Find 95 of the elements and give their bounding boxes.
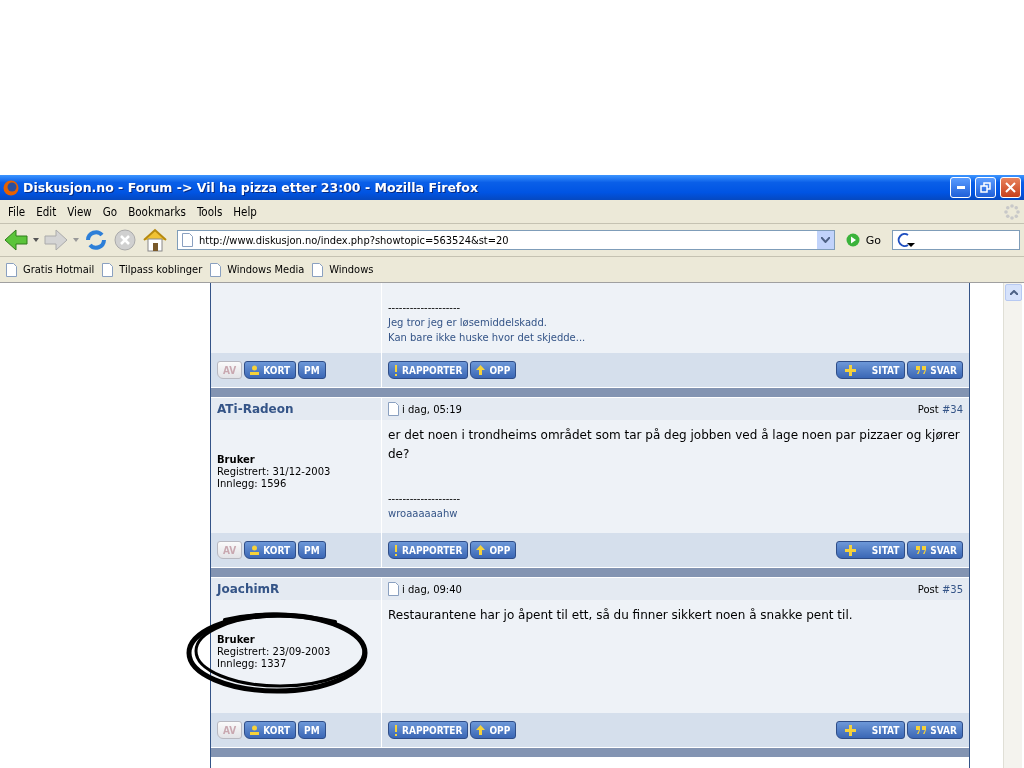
post-number: Post #34	[917, 403, 963, 415]
signature-text: Kan bare ikke huske hvor det skjedde...	[388, 331, 587, 345]
plus-icon	[844, 544, 856, 556]
exclamation-icon	[394, 544, 398, 556]
search-engine-icon[interactable]	[896, 232, 916, 248]
user-icon	[250, 365, 260, 375]
post-text: er det noen i trondheims området som tar på deg jobben ved å lage noen par pizzaer og kjører de?	[388, 427, 961, 463]
scrollbar[interactable]	[1003, 283, 1022, 768]
user-rank: Bruker	[217, 634, 256, 645]
plus-icon	[844, 364, 856, 376]
bookmark-link[interactable]: Windows Media	[210, 262, 305, 277]
back-button[interactable]	[4, 229, 28, 251]
restore-button[interactable]	[975, 177, 996, 198]
top-button[interactable]: OPP	[470, 721, 517, 739]
profile-button[interactable]: KORT	[244, 721, 297, 739]
address-field[interactable]: http://www.diskusjon.no/index.php?showtopic=563524&st=20	[177, 230, 835, 250]
page-icon	[102, 262, 114, 277]
quote-button[interactable]: SITAT	[835, 361, 906, 379]
plus-icon	[844, 724, 856, 736]
registered-date: Registrert: 31/12-2003	[217, 466, 332, 477]
page-icon	[388, 402, 399, 416]
post-count: Innlegg: 1596	[217, 478, 288, 489]
signature-divider: --------------------	[388, 301, 462, 315]
bookmark-link[interactable]: Gratis Hotmail	[6, 262, 95, 277]
quote-icon	[916, 546, 927, 554]
signature-text: wroaaaaaahw	[388, 507, 459, 521]
reply-button[interactable]: SVAR	[907, 541, 963, 559]
close-icon	[1005, 182, 1016, 193]
author-name[interactable]: ATi-Radeon	[217, 402, 294, 416]
menu-item[interactable]: Bookmarks	[124, 204, 193, 219]
top-button[interactable]: OPP	[470, 541, 517, 559]
action-button[interactable]: PM	[298, 721, 326, 739]
action-button[interactable]: PM	[298, 541, 326, 559]
home-button[interactable]	[142, 228, 168, 252]
throbber-icon	[1004, 203, 1020, 220]
window-title: Diskusjon.no - Forum -> Vil ha pizza etter 23:00 - Mozilla Firefox	[23, 180, 479, 195]
user-icon	[250, 725, 260, 735]
report-button[interactable]: RAPPORTER	[388, 541, 469, 559]
firefox-logo-icon	[3, 179, 19, 196]
profile-button[interactable]: KORT	[244, 541, 297, 559]
post-text: Restaurantene har jo åpent til ett, så du finner sikkert noen å snakke pent til.	[388, 607, 854, 624]
page-icon	[182, 233, 193, 247]
bookmark-link[interactable]: Windows	[312, 262, 374, 277]
menu-item[interactable]: Edit	[32, 204, 64, 219]
post-date: i dag, 09:40	[402, 583, 462, 595]
reply-button[interactable]: SVAR	[907, 721, 963, 739]
post-link[interactable]: #35	[941, 583, 963, 595]
signature-divider: --------------------	[388, 492, 462, 506]
up-arrow-icon	[476, 725, 486, 735]
quote-button[interactable]: SITAT	[835, 721, 906, 739]
registered-date: Registrert: 23/09-2003	[217, 646, 332, 657]
page-icon	[388, 582, 399, 596]
menu-item[interactable]: Tools	[193, 204, 230, 219]
exclamation-icon	[394, 724, 398, 736]
action-button[interactable]: PM	[298, 361, 326, 379]
up-arrow-icon	[476, 545, 486, 555]
reload-button[interactable]	[84, 228, 108, 252]
close-button[interactable]	[1000, 177, 1021, 198]
minimize-icon	[956, 186, 965, 189]
author-name[interactable]: JoachimR	[217, 582, 280, 596]
menu-item[interactable]: File	[4, 204, 33, 219]
top-button[interactable]: OPP	[470, 361, 517, 379]
up-arrow-icon	[476, 365, 486, 375]
go-button[interactable]: Go	[839, 233, 887, 247]
dropdown-button[interactable]	[816, 231, 834, 249]
user-icon	[250, 545, 260, 555]
play-icon	[845, 233, 860, 247]
menu-item[interactable]: View	[63, 204, 99, 219]
exclamation-icon	[394, 364, 398, 376]
post-link[interactable]: #34	[941, 403, 963, 415]
quote-icon	[916, 726, 927, 734]
page-icon	[6, 262, 17, 277]
page-icon	[312, 262, 324, 277]
post-count: Innlegg: 1337	[217, 658, 288, 669]
signature-text: Jeg tror jeg er løsemiddelskadd.	[388, 316, 548, 330]
post-date: i dag, 05:19	[402, 403, 462, 415]
scroll-up-button[interactable]	[1005, 284, 1022, 301]
search-field[interactable]	[892, 230, 1020, 250]
page-icon	[210, 262, 222, 277]
quote-button[interactable]: SITAT	[835, 541, 906, 559]
restore-icon	[980, 182, 991, 193]
menu-item[interactable]: Help	[229, 204, 264, 219]
user-rank: Bruker	[217, 454, 256, 465]
bookmark-link[interactable]: Tilpass koblinger	[102, 262, 203, 277]
reply-button[interactable]: SVAR	[907, 361, 963, 379]
report-button[interactable]: RAPPORTER	[388, 721, 469, 739]
post-number: Post #35	[917, 583, 963, 595]
minimize-button[interactable]	[950, 177, 971, 198]
dropdown-icon[interactable]	[33, 238, 39, 242]
chevron-up-icon	[1009, 290, 1018, 295]
quote-icon	[916, 366, 927, 374]
report-button[interactable]: RAPPORTER	[388, 361, 469, 379]
chevron-down-icon	[820, 237, 830, 243]
profile-button[interactable]: KORT	[244, 361, 297, 379]
menu-item[interactable]: Go	[98, 204, 125, 219]
